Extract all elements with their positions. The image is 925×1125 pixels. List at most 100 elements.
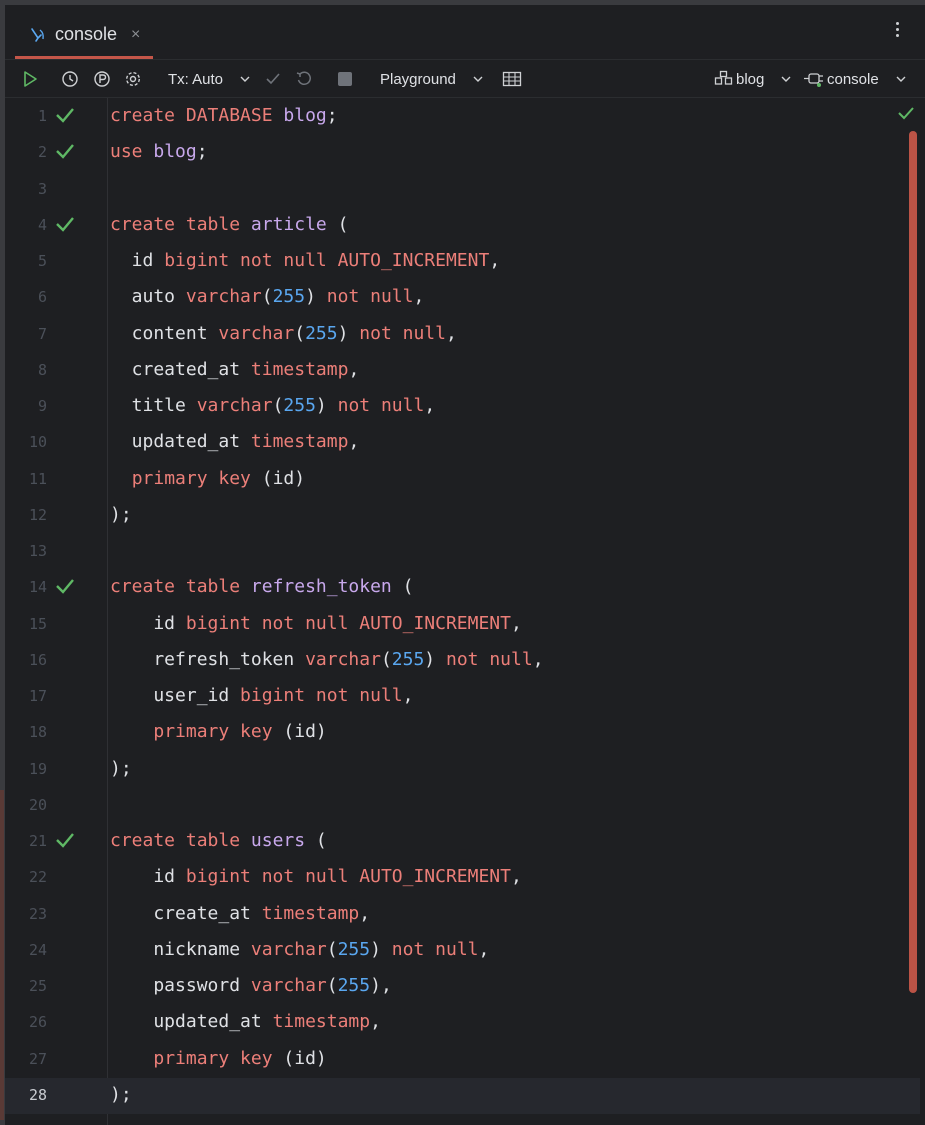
session-label: console [827, 70, 879, 88]
code-line[interactable]: 13 [5, 534, 920, 570]
playground-dropdown[interactable]: Playground [380, 67, 484, 91]
code-token: , [348, 431, 360, 453]
code-line[interactable]: 10 updated_at timestamp, [5, 425, 920, 461]
close-tab-icon[interactable]: × [131, 26, 140, 44]
code-line[interactable]: 20 [5, 788, 920, 824]
transaction-mode-label: Tx: Auto [168, 70, 224, 88]
run-button[interactable] [21, 67, 39, 91]
code-token: use [110, 141, 154, 163]
executed-check-icon [56, 216, 74, 232]
code-text: use blog; [110, 141, 208, 162]
code-token: not null [445, 648, 533, 670]
code-line[interactable]: 14 create table refresh_token ( [5, 570, 920, 606]
code-line[interactable]: 8 created_at timestamp, [5, 353, 920, 389]
line-number: 11 [28, 469, 47, 488]
code-token: timestamp [261, 902, 360, 924]
transaction-mode-dropdown[interactable]: Tx: Auto [168, 67, 251, 91]
code-token: varchar [218, 322, 295, 344]
code-text: id bigint not null AUTO_INCREMENT, [110, 866, 521, 888]
code-editor[interactable]: 1 create DATABASE blog; 2 use blog; 3 4 create… [5, 98, 925, 1125]
code-line[interactable]: 24 nickname varchar(255) not null, [5, 933, 920, 969]
code-token: table [185, 576, 251, 598]
line-number: 8 [37, 360, 47, 379]
code-line[interactable]: 15 id bigint not null AUTO_INCREMENT, [5, 607, 920, 643]
line-number: 27 [28, 1049, 47, 1068]
session-dropdown[interactable]: console [803, 67, 907, 91]
code-token: timestamp [250, 358, 349, 380]
code-line[interactable]: 22 id bigint not null AUTO_INCREMENT, [5, 860, 920, 896]
code-text: user_id bigint not null, [110, 685, 413, 706]
more-options-icon[interactable] [887, 19, 907, 43]
line-number: 24 [28, 940, 47, 959]
undo-icon [296, 71, 311, 85]
code-line[interactable]: 18 primary key (id) [5, 715, 920, 751]
code-line[interactable]: 17 user_id bigint not null, [5, 679, 920, 715]
results-table-button[interactable] [502, 67, 522, 91]
code-line[interactable]: 28); [5, 1077, 920, 1114]
clock-icon [62, 71, 78, 87]
code-line[interactable]: 4 create table article ( [5, 208, 920, 244]
line-number: 6 [37, 288, 47, 307]
code-line[interactable]: 27 primary key (id) [5, 1042, 920, 1078]
code-token: bigint [185, 612, 262, 634]
code-token: AUTO_INCREMENT [337, 250, 490, 271]
code-token: , [424, 395, 436, 416]
code-token: timestamp [250, 431, 349, 453]
code-line[interactable]: 1 create DATABASE blog; [5, 99, 920, 135]
code-token: bigint [164, 250, 241, 271]
parameters-button[interactable] [93, 67, 111, 91]
code-text: primary key (id) [110, 468, 305, 489]
code-token: timestamp [272, 1011, 371, 1033]
code-line[interactable]: 16 refresh_token varchar(255) not null, [5, 643, 920, 679]
code-token: primary key [153, 721, 284, 743]
code-line[interactable]: 9 title varchar(255) not null, [5, 389, 920, 425]
history-button[interactable] [61, 67, 79, 91]
code-line[interactable]: 12); [5, 498, 920, 534]
line-number: 10 [28, 433, 47, 452]
stop-button[interactable] [337, 67, 353, 91]
rollback-button[interactable] [295, 67, 313, 91]
executed-check-icon [56, 144, 74, 160]
run-icon [24, 71, 37, 87]
code-token: user_id [110, 685, 241, 706]
code-line[interactable]: 3 [5, 172, 920, 208]
code-text: content varchar(255) not null, [110, 323, 457, 344]
tab-console[interactable]: console × [15, 13, 153, 59]
code-line[interactable]: 23 create_at timestamp, [5, 897, 920, 933]
code-token: ( [272, 395, 284, 416]
code-token: password [110, 975, 251, 996]
code-token: 255 [337, 938, 371, 960]
code-token: not null [326, 286, 414, 308]
code-line[interactable]: 19); [5, 752, 920, 788]
code-text: create table refresh_token ( [110, 576, 413, 597]
code-line[interactable]: 25 password varchar(255), [5, 969, 920, 1005]
settings-button[interactable] [124, 67, 142, 91]
line-number: 2 [37, 143, 47, 162]
code-line[interactable]: 2 use blog; [5, 135, 920, 171]
code-token: create [110, 830, 186, 851]
code-token: , [402, 685, 414, 706]
code-line[interactable]: 5 id bigint not null AUTO_INCREMENT, [5, 244, 920, 280]
code-token: not null [261, 866, 360, 888]
code-line[interactable]: 11 primary key (id) [5, 462, 920, 498]
schema-dropdown[interactable]: blog [714, 67, 792, 91]
code-token: ) [424, 648, 446, 670]
line-number: 1 [37, 107, 47, 125]
code-line[interactable]: 21 create table users ( [5, 824, 920, 860]
code-token: , [370, 1011, 381, 1033]
code-token: ( [305, 830, 327, 851]
code-token: created_at [110, 358, 251, 380]
commit-button[interactable] [264, 67, 282, 91]
code-line[interactable]: 26 updated_at timestamp, [5, 1005, 920, 1041]
line-number: 5 [37, 252, 47, 270]
line-number: 23 [28, 904, 47, 923]
code-line[interactable]: 7 content varchar(255) not null, [5, 317, 920, 353]
code-token: , [359, 902, 371, 924]
code-token: primary key [153, 1047, 284, 1069]
code-token: ); [110, 503, 132, 525]
code-token: id [110, 866, 186, 888]
code-line[interactable]: 6 auto varchar(255) not null, [5, 280, 920, 316]
code-token: ( [261, 286, 273, 308]
code-token: AUTO_INCREMENT [359, 866, 511, 888]
code-text: primary key (id) [110, 721, 326, 743]
